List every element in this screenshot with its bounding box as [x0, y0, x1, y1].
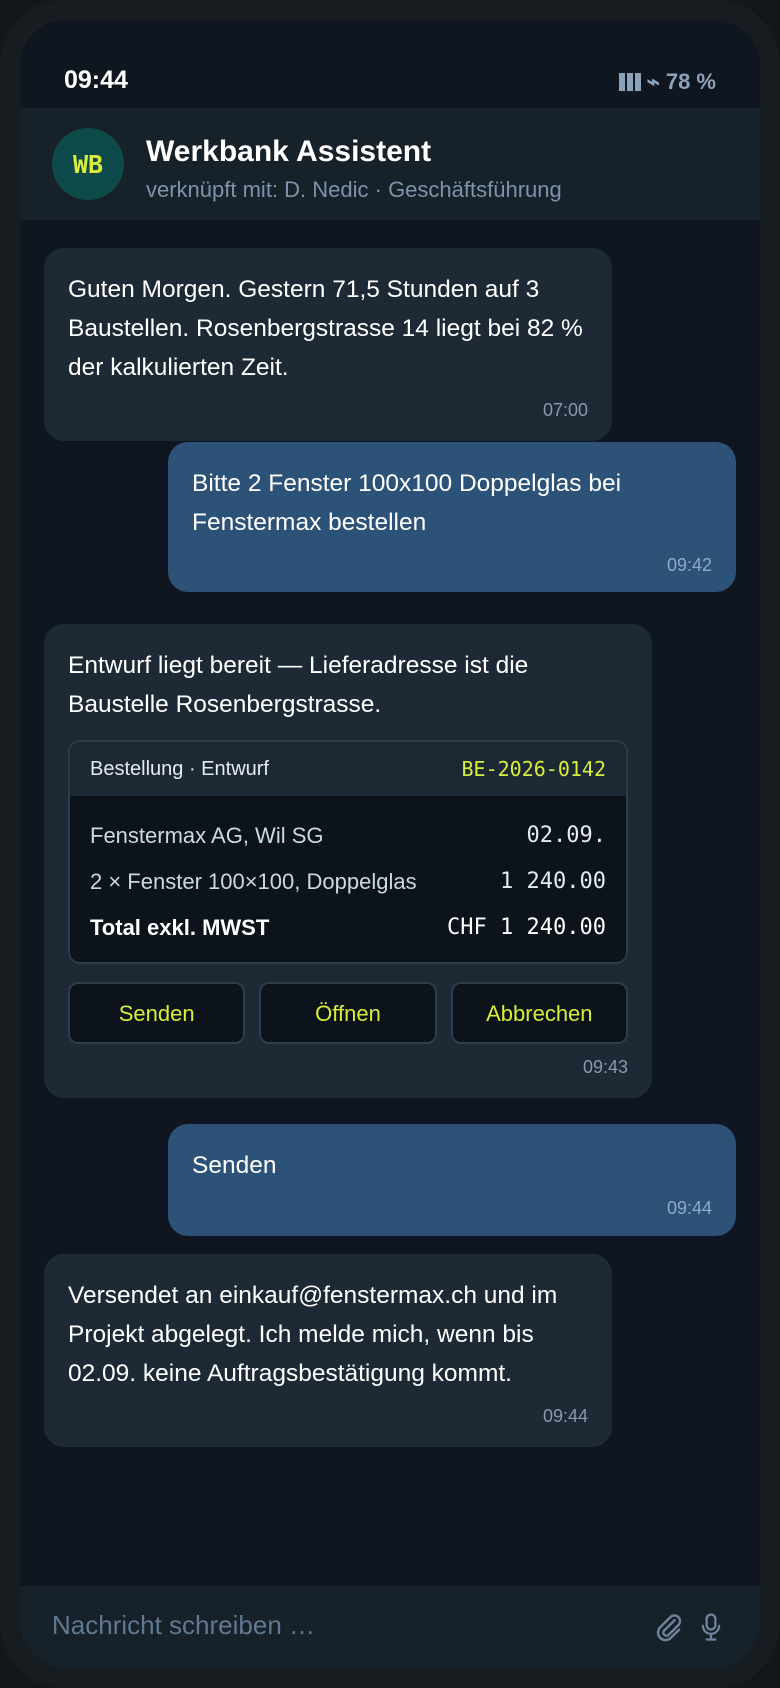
- phone-frame: 09:44 ⌁ 78 % WB Werkbank Assistent verkn…: [0, 0, 780, 1688]
- message-text: Entwurf liegt bereit — Lieferadresse ist…: [68, 652, 529, 718]
- signal-icon: [618, 73, 641, 91]
- battery-level: 78 %: [665, 69, 716, 94]
- message-time: 09:44: [542, 1406, 588, 1426]
- paperclip-icon[interactable]: [654, 1612, 684, 1647]
- message-bot: Versendet an einkauf@fenstermax.ch und i…: [44, 1254, 612, 1447]
- chat-title: Werkbank Assistent: [146, 135, 432, 168]
- message-time: 09:44: [666, 1198, 712, 1218]
- delivery-date: 02.09.: [526, 822, 606, 848]
- message-bot: Guten Morgen. Gestern 71,5 Stunden auf 3…: [44, 248, 612, 441]
- composer-bar: Nachricht schreiben …: [20, 1586, 760, 1668]
- message-user: Bitte 2 Fenster 100x100 Doppelglas bei F…: [168, 442, 736, 592]
- order-card-label: Bestellung · Entwurf: [90, 757, 269, 780]
- order-card[interactable]: Bestellung · Entwurf BE-2026-0142 Fenste…: [68, 740, 628, 964]
- order-row-item: 2 × Fenster 100×100, Doppelglas 1 240.00: [90, 858, 606, 904]
- order-card-header: Bestellung · Entwurf BE-2026-0142: [70, 742, 626, 796]
- open-button[interactable]: Öffnen: [259, 982, 437, 1044]
- message-user: Senden 09:44: [168, 1124, 736, 1236]
- message-text: Guten Morgen. Gestern 71,5 Stunden auf 3…: [68, 276, 583, 381]
- screen: 09:44 ⌁ 78 % WB Werkbank Assistent verkn…: [20, 20, 760, 1668]
- charging-icon: ⌁: [646, 69, 660, 94]
- status-bar: 09:44 ⌁ 78 %: [20, 20, 760, 108]
- message-time: 09:42: [666, 555, 712, 575]
- status-indicators: ⌁ 78 %: [618, 69, 716, 95]
- chat-header[interactable]: WB Werkbank Assistent verknüpft mit: D. …: [20, 108, 760, 220]
- message-time: 07:00: [542, 400, 588, 420]
- message-bot-order: Entwurf liegt bereit — Lieferadresse ist…: [44, 624, 652, 1098]
- supplier-name: Fenstermax AG, Wil SG: [90, 822, 324, 848]
- order-actions: Senden Öffnen Abbrechen: [68, 982, 628, 1044]
- order-row-supplier: Fenstermax AG, Wil SG 02.09.: [90, 812, 606, 858]
- order-row-total: Total exkl. MWST CHF 1 240.00: [90, 904, 606, 950]
- message-time: 09:43: [582, 1057, 628, 1077]
- cancel-button[interactable]: Abbrechen: [450, 982, 628, 1044]
- message-text: Bitte 2 Fenster 100x100 Doppelglas bei F…: [192, 470, 622, 536]
- avatar[interactable]: WB: [52, 128, 124, 200]
- send-button[interactable]: Senden: [68, 982, 246, 1044]
- message-text: Versendet an einkauf@fenstermax.ch und i…: [68, 1282, 558, 1387]
- status-time: 09:44: [64, 66, 128, 94]
- order-number: BE-2026-0142: [461, 756, 607, 781]
- order-card-body: Fenstermax AG, Wil SG 02.09. 2 × Fenster…: [70, 796, 626, 962]
- total-label: Total exkl. MWST: [90, 914, 270, 940]
- chat-subtitle: verknüpft mit: D. Nedic · Geschäftsführu…: [146, 177, 562, 202]
- total-amount: CHF 1 240.00: [447, 914, 606, 940]
- message-text: Senden: [192, 1152, 277, 1179]
- item-price: 1 240.00: [500, 868, 606, 894]
- microphone-icon[interactable]: [698, 1612, 724, 1647]
- message-input[interactable]: Nachricht schreiben …: [52, 1610, 315, 1641]
- item-description: 2 × Fenster 100×100, Doppelglas: [90, 868, 417, 894]
- composer-icons: [654, 1612, 724, 1647]
